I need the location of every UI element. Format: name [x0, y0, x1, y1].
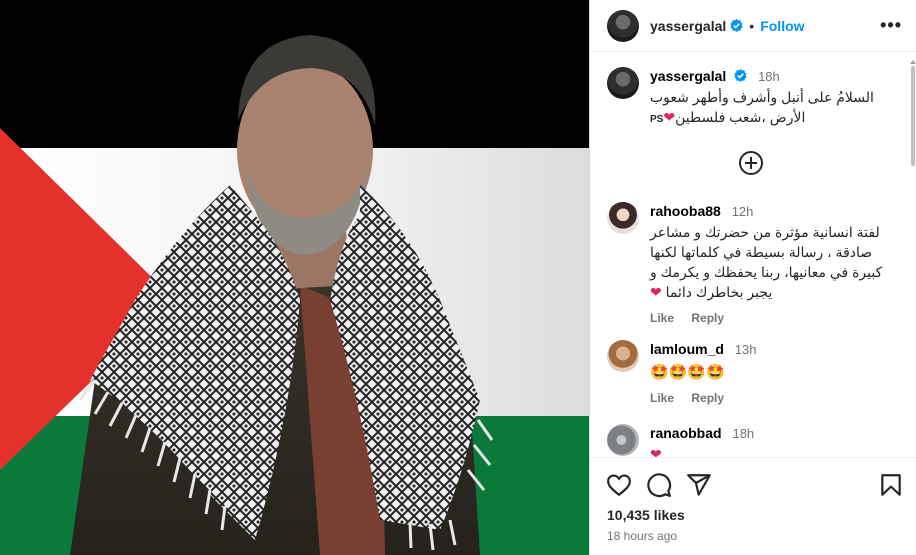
- comment-like-button[interactable]: Like: [650, 391, 674, 405]
- instagram-post: yassergalal • Follow ••• yassergalal 18h…: [0, 0, 916, 555]
- comment-reply-button[interactable]: Reply: [691, 391, 724, 405]
- comment-line: يجبر بخاطرك دائما: [665, 284, 773, 300]
- comment-icon[interactable]: [646, 472, 672, 498]
- share-icon[interactable]: [686, 472, 712, 498]
- commenter-avatar[interactable]: [607, 424, 639, 456]
- post-header: yassergalal • Follow •••: [590, 0, 916, 52]
- caption-username[interactable]: yassergalal: [650, 68, 726, 84]
- bookmark-icon[interactable]: [878, 472, 904, 498]
- plus-circle-icon[interactable]: [739, 151, 763, 175]
- caption-line-2-text: الأرض ،شعب فلسطين: [675, 109, 806, 125]
- scrollbar-thumb[interactable]: [911, 66, 915, 166]
- red-heart-icon: ❤: [650, 446, 662, 457]
- post-sidebar: yassergalal • Follow ••• yassergalal 18h…: [589, 0, 916, 555]
- comment-actions: Like Reply: [650, 391, 900, 405]
- likes-count[interactable]: 10,435 likes: [607, 507, 685, 523]
- follow-button[interactable]: Follow: [760, 18, 804, 34]
- comment-reply-button[interactable]: Reply: [691, 311, 724, 325]
- heart-icon[interactable]: [606, 472, 632, 498]
- comment-line: لفتة انسانية مؤثرة من حضرتك و مشاعر: [650, 224, 880, 240]
- commenter-avatar[interactable]: [607, 202, 639, 234]
- post-caption: yassergalal 18h السلامُ على أنبل وأشرف و…: [607, 67, 897, 129]
- scroll-up-arrow-icon[interactable]: [910, 60, 916, 64]
- comment-actions: Like Reply: [650, 311, 900, 325]
- palestine-flag-portrait: [0, 0, 589, 555]
- author-username[interactable]: yassergalal: [650, 18, 726, 34]
- red-heart-icon: ❤: [650, 284, 662, 300]
- verified-badge-icon: [730, 19, 743, 32]
- comment-item: rahooba88 12h لفتة انسانية مؤثرة من حضرت…: [607, 202, 902, 325]
- comment-line-last: يجبر بخاطرك دائما ❤: [650, 283, 900, 301]
- caption-line-2: الأرض ،شعب فلسطين❤PS: [650, 108, 897, 129]
- commenter-username[interactable]: ranaobbad: [650, 425, 722, 441]
- comments-list[interactable]: yassergalal 18h السلامُ على أنبل وأشرف و…: [590, 52, 916, 457]
- separator-dot: •: [749, 17, 755, 34]
- comments-scrollbar[interactable]: [910, 58, 916, 388]
- post-image[interactable]: [0, 0, 589, 555]
- star-struck-emojis: 🤩🤩🤩🤩: [650, 364, 725, 381]
- red-heart-icon: ❤: [663, 109, 676, 125]
- comment-time: 12h: [731, 204, 754, 219]
- comment-item: ranaobbad 18h ❤: [607, 424, 902, 457]
- palestine-flag-emoji: PS: [650, 114, 664, 125]
- comment-time: 18h: [732, 426, 755, 441]
- post-actions-bar: 10,435 likes 18 hours ago: [590, 457, 916, 555]
- author-avatar[interactable]: [607, 9, 639, 42]
- caption-line-1: السلامُ على أنبل وأشرف وأطهر شعوب: [650, 89, 874, 105]
- more-options-icon[interactable]: •••: [880, 15, 902, 36]
- caption-time: 18h: [758, 69, 780, 84]
- comment-item: lamloum_d 13h 🤩🤩🤩🤩 Like Reply: [607, 340, 902, 405]
- caption-avatar[interactable]: [607, 67, 639, 99]
- comment-like-button[interactable]: Like: [650, 311, 674, 325]
- comment-line: صادقة ، رسالة بسيطة في كلماتها لكنها: [650, 244, 873, 260]
- verified-badge-icon: [734, 69, 747, 82]
- post-timestamp[interactable]: 18 hours ago: [607, 529, 677, 543]
- commenter-avatar[interactable]: [607, 340, 639, 372]
- commenter-username[interactable]: rahooba88: [650, 203, 721, 219]
- comment-time: 13h: [734, 342, 757, 357]
- commenter-username[interactable]: lamloum_d: [650, 341, 724, 357]
- comment-line: كبيرة في معانيها، ربنا يحفظك و يكرمك و: [650, 264, 883, 280]
